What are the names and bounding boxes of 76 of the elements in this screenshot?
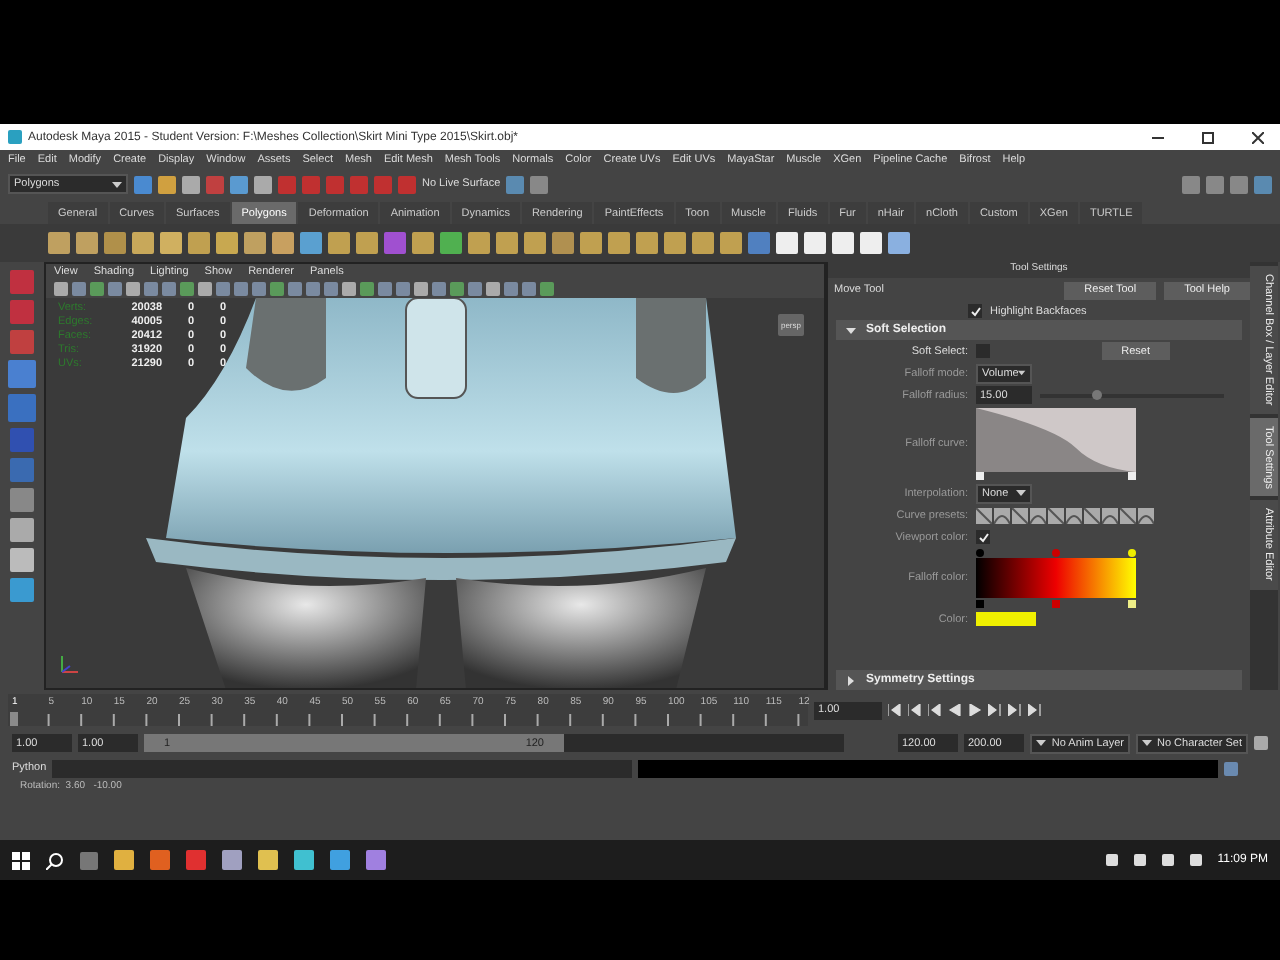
caret-icon: [1036, 740, 1046, 746]
maximize-icon: [1202, 131, 1214, 143]
shelf-tool-icon[interactable]: [76, 232, 98, 254]
falloff-curve-graph[interactable]: [976, 408, 1136, 480]
shelf-tool-icon[interactable]: [888, 232, 910, 254]
command-input[interactable]: [52, 759, 633, 777]
playback-button[interactable]: [1028, 704, 1042, 716]
shelf-tool-icon[interactable]: [384, 232, 406, 254]
shelf-tool-icon[interactable]: [692, 232, 714, 254]
shelf-tool-icon[interactable]: [804, 232, 826, 254]
shelf-tool-icon[interactable]: [720, 232, 742, 254]
curve-preset-icon[interactable]: [994, 507, 1010, 523]
caret-icon: [112, 181, 122, 187]
shelf-tool-icon[interactable]: [832, 232, 854, 254]
curve-preset-icon[interactable]: [976, 507, 992, 523]
shelf-tool-icon[interactable]: [356, 232, 378, 254]
checkbox[interactable]: [976, 344, 990, 358]
task-view-icon[interactable]: [80, 851, 98, 869]
axis-icon: [58, 652, 82, 676]
tray-icon[interactable]: [1161, 854, 1174, 866]
shelf-tool-icon[interactable]: [524, 232, 546, 254]
playback-button[interactable]: [1008, 704, 1022, 716]
script-editor-icon[interactable]: [1224, 761, 1239, 775]
minimize-icon: [1152, 131, 1164, 143]
curve-preset-icon[interactable]: [1102, 507, 1118, 523]
shelf-tool-icon[interactable]: [552, 232, 574, 254]
shelf-tool-icon[interactable]: [48, 232, 70, 254]
shelf-tool-icon[interactable]: [860, 232, 882, 254]
caret-icon: [1016, 490, 1026, 496]
checkbox[interactable]: [976, 530, 990, 544]
shelf-tool-icon[interactable]: [636, 232, 658, 254]
shelf-tool-icon[interactable]: [216, 232, 238, 254]
curve-preset-icon[interactable]: [1120, 507, 1136, 523]
curve-preset-icon[interactable]: [1048, 507, 1064, 523]
caret-icon: [1018, 370, 1026, 376]
checkbox[interactable]: [968, 304, 982, 318]
curve-preset-icon[interactable]: [1066, 507, 1082, 523]
windows-start-icon[interactable]: [12, 851, 30, 869]
shelf-tool-icon[interactable]: [328, 232, 350, 254]
app-icon: [8, 130, 22, 144]
close-icon: [1252, 131, 1264, 143]
shelf-tool-icon[interactable]: [608, 232, 630, 254]
shelf-tool-icon[interactable]: [132, 232, 154, 254]
shelf-tool-icon[interactable]: [104, 232, 126, 254]
shelf-tool-icon[interactable]: [496, 232, 518, 254]
shelf-tool-icon[interactable]: [272, 232, 294, 254]
playback-button[interactable]: [908, 704, 922, 716]
shelf-tool-icon[interactable]: [580, 232, 602, 254]
shelf-tool-icon[interactable]: [748, 232, 770, 254]
playback-button[interactable]: [928, 704, 942, 716]
key-icon[interactable]: [1254, 736, 1268, 750]
search-icon[interactable]: [46, 851, 64, 869]
shelf-tool-icon[interactable]: [440, 232, 462, 254]
expand-arrow-icon[interactable]: [846, 325, 856, 335]
curve-preset-icon[interactable]: [1138, 507, 1154, 523]
tray-icon[interactable]: [1105, 854, 1118, 866]
shelf-tool-icon[interactable]: [188, 232, 210, 254]
shelf-tool-icon[interactable]: [160, 232, 182, 254]
shelf-tool-icon[interactable]: [468, 232, 490, 254]
shelf-tool-icon[interactable]: [244, 232, 266, 254]
playback-button[interactable]: [888, 704, 902, 716]
expand-arrow-icon[interactable]: [846, 675, 856, 685]
color-swatch[interactable]: [976, 612, 1036, 626]
playback-button[interactable]: [988, 704, 1002, 716]
shelf-tool-icon[interactable]: [412, 232, 434, 254]
curve-preset-icon[interactable]: [1012, 507, 1028, 523]
tray-icon[interactable]: [1133, 854, 1146, 866]
curve-preset-icon[interactable]: [1030, 507, 1046, 523]
tray-icon[interactable]: [1189, 854, 1202, 866]
shelf-tool-icon[interactable]: [664, 232, 686, 254]
shelf-tool-icon[interactable]: [300, 232, 322, 254]
curve-preset-icon[interactable]: [1084, 507, 1100, 523]
caret-icon: [1142, 740, 1152, 746]
shelf-tool-icon[interactable]: [776, 232, 798, 254]
falloff-color-ramp[interactable]: [976, 548, 1136, 608]
slider-handle[interactable]: [1091, 389, 1102, 399]
